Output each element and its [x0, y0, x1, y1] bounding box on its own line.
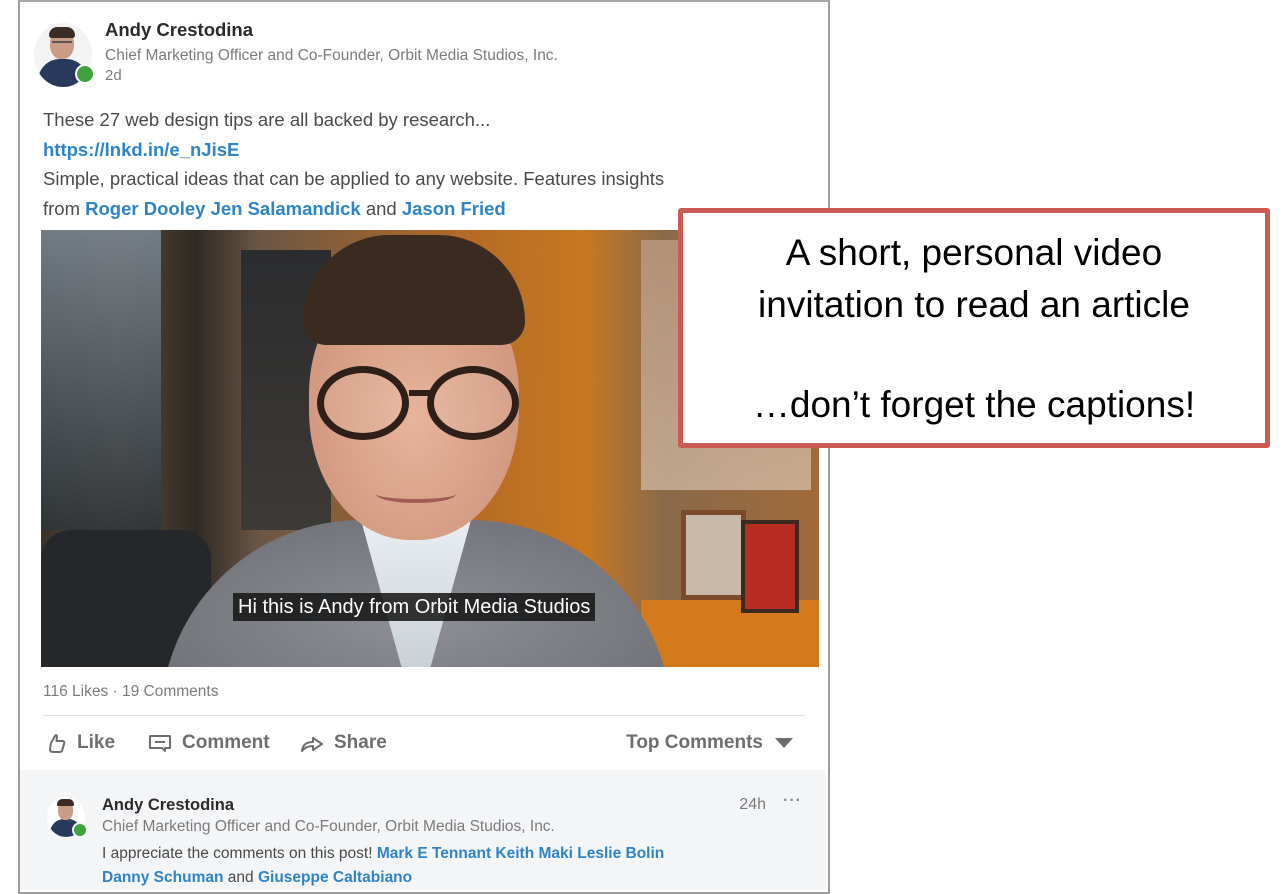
- commenter-name[interactable]: Andy Crestodina: [102, 794, 802, 816]
- thumbs-up-icon: [49, 734, 66, 753]
- post-header: Andy Crestodina Chief Marketing Officer …: [34, 18, 794, 93]
- comment-timestamp: 24h: [739, 796, 766, 813]
- share-button[interactable]: Share: [300, 732, 387, 754]
- post-timestamp: 2d: [105, 67, 122, 84]
- video-bg-window: [41, 230, 161, 530]
- more-options-icon[interactable]: ···: [783, 792, 802, 810]
- comment-label: Comment: [182, 732, 270, 753]
- mention-link[interactable]: Giuseppe Caltabiano: [258, 869, 412, 886]
- post-text: These 27 web design tips are all backed …: [43, 105, 803, 223]
- author-title: Chief Marketing Officer and Co-Founder, …: [105, 47, 558, 64]
- sort-label: Top Comments: [626, 732, 763, 753]
- video-person-hair: [303, 235, 525, 345]
- like-button[interactable]: Like: [47, 732, 115, 754]
- mention-link[interactable]: Leslie Bolin: [577, 845, 664, 862]
- video-person-glasses: [427, 366, 519, 440]
- mention-link[interactable]: Jen Salamandick: [211, 198, 361, 219]
- mention-link[interactable]: Jason Fried: [402, 198, 506, 219]
- article-link[interactable]: https://lnkd.in/e_nJisE: [43, 139, 239, 160]
- share-label: Share: [334, 732, 387, 753]
- video-person-glasses: [317, 366, 409, 440]
- author-name[interactable]: Andy Crestodina: [105, 18, 558, 42]
- video-caption: Hi this is Andy from Orbit Media Studios: [233, 593, 596, 621]
- avatar-hair: [57, 799, 74, 806]
- comments-count[interactable]: 19 Comments: [122, 683, 218, 700]
- comment-text-fragment: and: [227, 869, 254, 886]
- avatar-hair: [49, 27, 75, 38]
- likes-count[interactable]: 116 Likes: [43, 683, 108, 700]
- sort-comments-dropdown[interactable]: Top Comments: [626, 732, 793, 754]
- comment: Andy Crestodina Chief Marketing Officer …: [102, 794, 802, 890]
- callout-line: invitation to read an article: [758, 284, 1190, 325]
- video-bg-frame: [681, 510, 746, 600]
- online-status-icon: [75, 64, 95, 84]
- post-text-fragment: and: [365, 197, 397, 219]
- post-actions: Like Comment Share Top Comments: [43, 730, 803, 762]
- comment-text-fragment: I appreciate the comments on this post!: [102, 845, 373, 862]
- annotation-callout: A short, personal video invitation to re…: [678, 208, 1270, 448]
- callout-line: …don’t forget the captions!: [752, 384, 1196, 425]
- share-icon: [301, 737, 323, 752]
- like-label: Like: [77, 732, 116, 753]
- callout-line: A short, personal video: [785, 232, 1163, 273]
- callout-spacer: [683, 331, 1265, 379]
- post-stats: 116 Likes · 19 Comments: [43, 683, 218, 701]
- comment-button[interactable]: Comment: [148, 732, 270, 754]
- commenter-title: Chief Marketing Officer and Co-Founder, …: [102, 818, 555, 835]
- caret-down-icon: [775, 738, 793, 748]
- mention-link[interactable]: Danny Schuman: [102, 869, 223, 886]
- post-text-fragment: from: [43, 197, 86, 219]
- comment-icon: [149, 735, 171, 752]
- comments-section: Andy Crestodina Chief Marketing Officer …: [20, 770, 826, 890]
- post-text-line: Simple, practical ideas that can be appl…: [43, 168, 665, 189]
- mention-link[interactable]: Mark E Tennant: [377, 845, 491, 862]
- stats-separator: ·: [112, 683, 118, 700]
- online-status-icon: [72, 822, 88, 838]
- author-info: Andy Crestodina Chief Marketing Officer …: [105, 18, 558, 85]
- avatar-glasses: [52, 41, 72, 48]
- divider: [43, 715, 805, 716]
- comment-text: I appreciate the comments on this post! …: [102, 842, 802, 890]
- mention-link[interactable]: Roger Dooley: [85, 198, 205, 219]
- video-bg-sign: [741, 520, 799, 613]
- post-text-line: These 27 web design tips are all backed …: [43, 109, 491, 130]
- video-person-glasses-bridge: [409, 390, 433, 396]
- mention-link[interactable]: Keith Maki: [495, 845, 573, 862]
- video-person-mouth: [376, 485, 456, 503]
